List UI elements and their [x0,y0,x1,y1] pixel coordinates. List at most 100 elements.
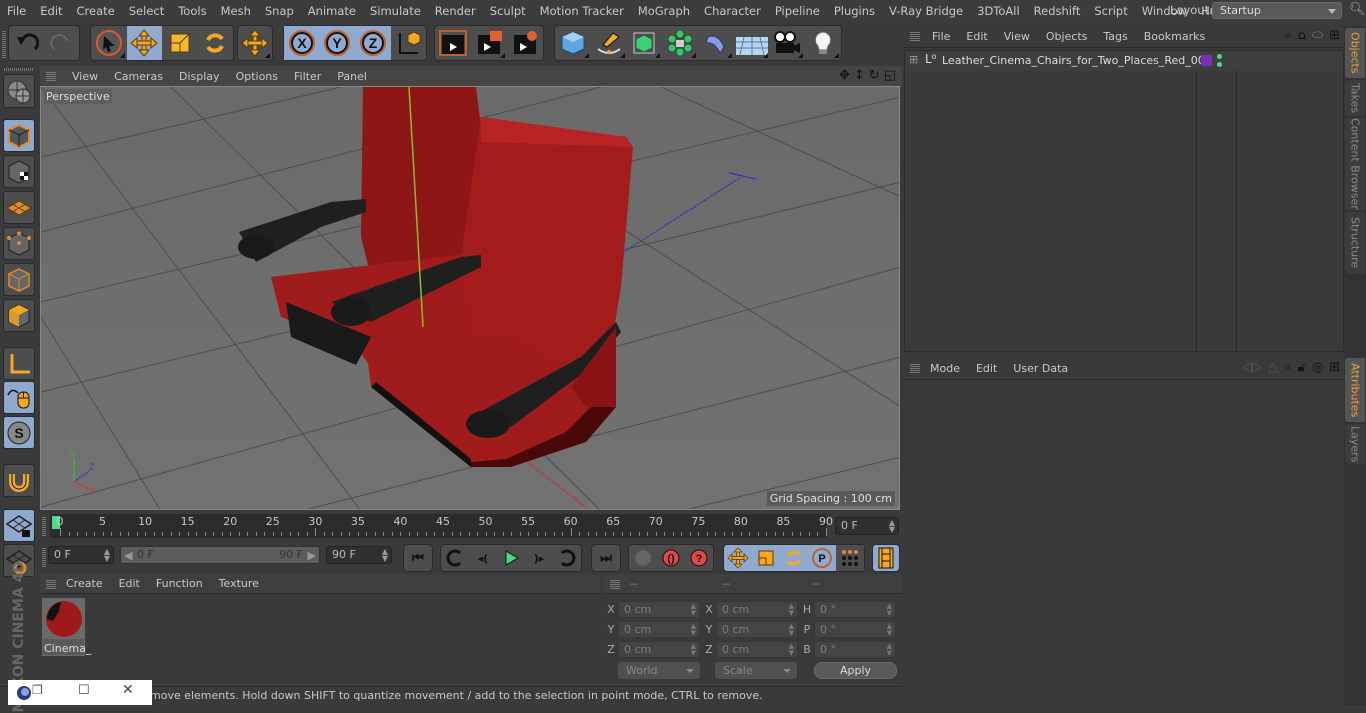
search-icon[interactable]: ⌕ [1284,28,1291,43]
rotate-view-icon[interactable]: ↻ [869,68,880,83]
toolbar-grip[interactable] [2,30,6,58]
menu-redshift[interactable]: Redshift [1027,4,1088,18]
viewport-menu-display[interactable]: Display [171,70,228,83]
rot-p-field[interactable]: 0 ° ▲ ▼ [814,620,896,638]
tab-content-browser[interactable]: Content Browser [1345,118,1365,210]
key-pla-button[interactable] [836,545,864,571]
camera-button[interactable] [770,26,806,60]
workplane-mode-button[interactable] [3,191,35,224]
autokey-button[interactable]: ? [685,545,713,571]
viewport-menu-cameras[interactable]: Cameras [106,70,171,83]
viewport-menu-view[interactable]: View [64,70,106,83]
pen-spline-button[interactable] [591,26,627,60]
target-icon[interactable]: ◎ [1312,360,1323,375]
render-view-button[interactable] [435,26,471,60]
next-frame-button[interactable]: )▸ [525,545,553,571]
material-swatch[interactable]: Cinema_ [42,598,91,656]
motion-path-button[interactable] [629,545,657,571]
key-rotation-button[interactable] [780,545,808,571]
key-position-button[interactable] [724,545,752,571]
object-row[interactable]: ⊞ L⁰ Leather_Cinema_Chairs_for_Two_Place… [905,51,1343,71]
restore-icon[interactable]: ❐ [32,683,43,697]
filter-icon[interactable]: ⬭ [1312,28,1323,43]
perspective-viewport[interactable]: Y Z X Perspective Grid Spacing : 100 cm [40,86,900,510]
object-name[interactable]: Leather_Cinema_Chairs_for_Two_Places_Red… [942,54,1212,67]
record-button[interactable]: () [657,545,685,571]
layer-color-swatch[interactable] [1201,55,1212,66]
key-parameter-button[interactable]: P [808,545,836,571]
menu-file[interactable]: File [0,4,33,18]
redo-button[interactable] [44,26,79,60]
rotate-tool-button[interactable] [198,26,234,60]
size-y-field[interactable]: 0 cm ▲ ▼ [716,620,798,638]
menu-motion-tracker[interactable]: Motion Tracker [533,4,631,18]
material-menu-function[interactable]: Function [148,577,211,590]
viewport-grip[interactable] [46,71,56,81]
dolly-view-icon[interactable]: ↕ [854,68,865,83]
live-selection-button[interactable] [91,26,127,60]
menu-select[interactable]: Select [122,4,171,18]
snap-button[interactable]: S [3,416,35,449]
size-z-field[interactable]: 0 cm ▲ ▼ [716,640,798,658]
timeline-window-button[interactable] [873,545,899,571]
prev-key-button[interactable] [441,545,469,571]
back-arrow-icon[interactable]: ◁▷ [1242,360,1262,375]
size-x-field[interactable]: 0 cm ▲ ▼ [716,600,798,618]
menu-3dtoall[interactable]: 3DToAll [970,4,1027,18]
pos-z-field[interactable]: 0 cm ▲ ▼ [618,640,700,658]
editor-visibility-dot[interactable] [1217,54,1222,59]
model-mode-button[interactable] [3,119,35,152]
rot-b-field[interactable]: 0 ° ▲ ▼ [814,640,896,658]
menu-pipeline[interactable]: Pipeline [768,4,827,18]
viewport-menu-filter[interactable]: Filter [286,70,329,83]
texture-mode-button[interactable] [3,155,35,188]
render-visibility-dot[interactable] [1217,62,1222,67]
rot-h-field[interactable]: 0 ° ▲ ▼ [814,600,896,618]
material-menu-texture[interactable]: Texture [211,577,267,590]
menu-snap[interactable]: Snap [258,4,301,18]
current-frame-field[interactable]: 0 F ▲ ▼ [835,517,899,535]
attribute-menu-mode[interactable]: Mode [922,362,968,375]
tab-objects[interactable]: Objects [1345,28,1365,78]
edges-mode-button[interactable] [3,263,35,296]
move-tool-button[interactable] [126,26,162,60]
object-menu-view[interactable]: View [996,30,1038,43]
menu-edit[interactable]: Edit [33,4,69,18]
polygons-mode-button[interactable] [3,299,35,332]
transport-grip[interactable] [42,547,46,567]
range-right-arrow-icon[interactable]: ▶ [308,549,316,562]
pos-y-field[interactable]: 0 cm ▲ ▼ [618,620,700,638]
home-icon[interactable]: ⌂ [1298,28,1306,43]
light-button[interactable] [805,26,841,60]
timeline-ruler[interactable]: 0 5 10 15 20 25 30 35 40 45 50 55 60 65 70 75 80 85 90 [50,514,833,538]
points-mode-button[interactable] [3,227,35,260]
locked-workplane-button[interactable] [3,509,35,542]
menu-plugins[interactable]: Plugins [827,4,882,18]
search-icon[interactable]: 🔍︎ [1349,2,1366,17]
search-icon[interactable]: ⌕ [1284,360,1291,375]
cloner-button[interactable] [662,26,698,60]
frame-range-slider[interactable]: ◀ 0 F 90 F ▶ [120,546,320,564]
end-frame-field[interactable]: 90 F ▲ ▼ [326,546,392,564]
cinema4d-app-icon[interactable] [16,685,32,701]
size-mode-dropdown[interactable]: Scale [715,662,797,679]
new-panel-icon[interactable]: ⊞ [1329,360,1340,375]
tab-layers[interactable]: Layers [1345,424,1365,464]
tweak-mode-button[interactable] [3,381,35,414]
scale-tool-button[interactable] [162,26,198,60]
object-menu-bookmarks[interactable]: Bookmarks [1136,30,1213,43]
close-icon[interactable]: ✕ [122,682,134,698]
pan-view-icon[interactable]: ✥ [839,68,850,83]
pos-x-field[interactable]: 0 cm ▲ ▼ [618,600,700,618]
menu-animate[interactable]: Animate [301,4,363,18]
attribute-menu-user-data[interactable]: User Data [1005,362,1076,375]
goto-start-button[interactable]: ⏮︎ [404,545,432,571]
menu-mesh[interactable]: Mesh [214,4,258,18]
tab-attributes[interactable]: Attributes [1345,358,1365,422]
new-panel-icon[interactable]: ⊞ [1329,28,1340,43]
tab-structure[interactable]: Structure [1345,212,1365,274]
object-menu-objects[interactable]: Objects [1038,30,1096,43]
deformer-button[interactable] [698,26,734,60]
magnet-button[interactable] [3,464,35,497]
material-menu-edit[interactable]: Edit [111,577,148,590]
